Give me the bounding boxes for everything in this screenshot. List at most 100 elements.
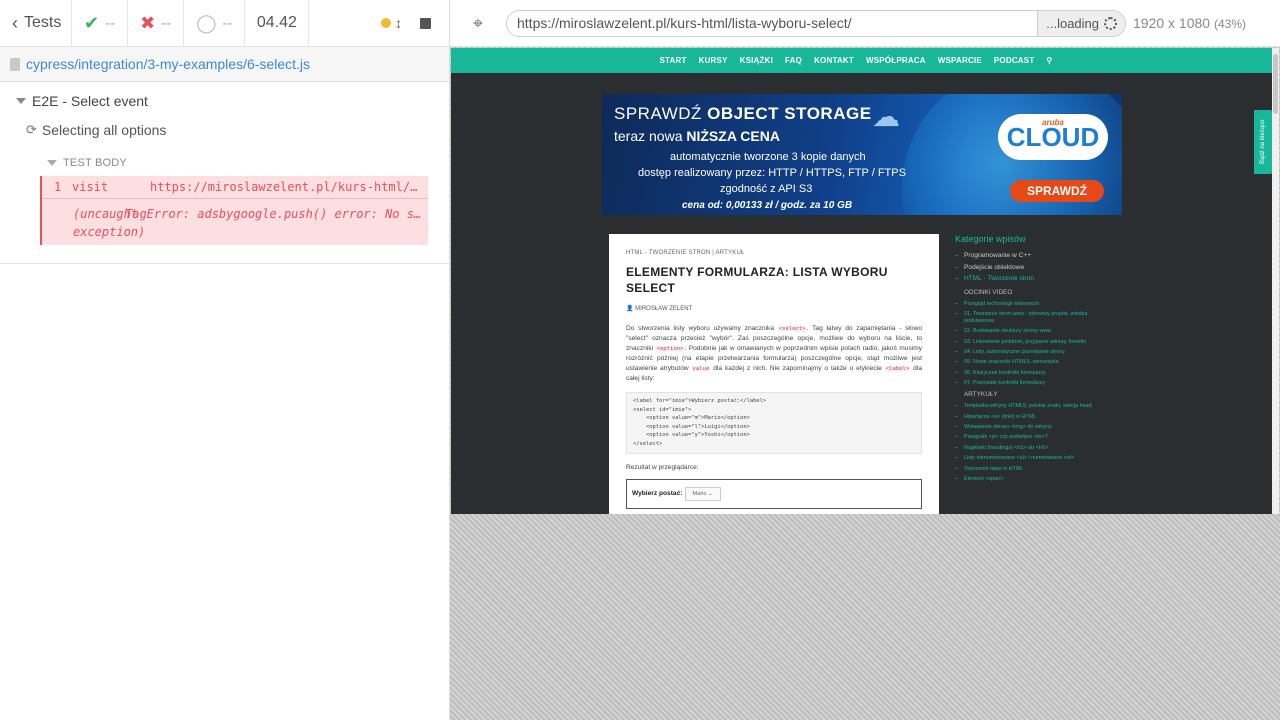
crosshair-icon: ⌖ — [472, 12, 484, 33]
section-title: TEST BODY — [63, 157, 127, 169]
aruba-cloud-logo: aruba CLOUD — [998, 114, 1108, 160]
banner-line1: SPRAWDŹ OBJECT STORAGE — [614, 104, 872, 123]
article-link[interactable]: Listy nienumerowane <ul> i numerowane <o… — [955, 455, 1095, 462]
file-icon — [10, 57, 20, 71]
video-link[interactable]: 06. Klasyczne kontrolki formularzy — [955, 370, 1095, 377]
error-message: TagError: adsbygoogle.push() error: No s… — [125, 207, 428, 221]
breadcrumb: HTML - TWORZENIE STRON | ARTYKUŁ — [626, 250, 745, 256]
refresh-icon: ⟳ — [26, 122, 37, 137]
sidebar-heading: Kategorie wpisów — [955, 234, 1026, 244]
demo-box: Wybierz postać: Mario ⌄ — [626, 478, 922, 509]
cloud-upload-icon: ☁ — [872, 101, 900, 132]
duration: 04.42 — [245, 0, 310, 47]
url-text: https://miroslawzelent.pl/kurs-html/list… — [517, 15, 852, 31]
result-label: Rezultat w przeglądarce: — [626, 463, 699, 471]
command-message: https://miroslawzelent.pl/kurs-html/list… — [150, 180, 428, 194]
suite-row[interactable]: E2E - Select event — [0, 88, 449, 114]
failed-value: -- — [161, 14, 172, 32]
article-link[interactable]: Hiperłącza <a> (linki) w HTML — [955, 414, 1095, 421]
iframe-scrollbar[interactable] — [1272, 48, 1279, 514]
nav-faq[interactable]: FAQ — [785, 56, 802, 65]
command-number: 1 — [54, 180, 62, 194]
viewport-scale: (43%) — [1213, 17, 1246, 31]
run-controls: ↕ — [309, 0, 449, 47]
follow-side-tab[interactable]: Bądź na bieżąco — [1254, 110, 1272, 174]
command-name: visit — [72, 180, 109, 194]
selector-playground-button[interactable]: ⌖ — [450, 0, 506, 47]
test-row[interactable]: ⟳ Selecting all options — [0, 114, 449, 146]
test-title: Selecting all options — [41, 122, 167, 138]
site-sidebar: Kategorie wpisów Programowanie w C++ Pod… — [955, 234, 1095, 486]
category-item[interactable]: Podejście obiektowe — [955, 262, 1095, 274]
banner-line2: teraz nowa NIŻSZA CENA — [614, 128, 780, 144]
video-link[interactable]: Przegląd technologii webowych — [955, 301, 1095, 308]
video-link[interactable]: 07. Pozostałe kontrolki formularzy — [955, 380, 1095, 387]
test-body-header[interactable]: TEST BODY — [0, 150, 449, 176]
nav-kontakt[interactable]: KONTAKT — [814, 56, 854, 65]
auto-scroll-icon[interactable]: ↕ — [395, 15, 402, 31]
code-line: </select> — [633, 440, 663, 447]
category-item[interactable]: Programowanie w C++ — [955, 250, 1095, 262]
article-intro: Do stworzenia listy wyboru używamy znacz… — [626, 325, 922, 382]
demo-select-value: Mario — [692, 490, 707, 497]
pending-value: -- — [222, 14, 233, 32]
article-link[interactable]: Templatka witryny HTML5, polskie znaki, … — [955, 403, 1095, 410]
scrollbar-thumb[interactable] — [1273, 54, 1278, 114]
banner-line4: dostęp realizowany przez: HTTP / HTTPS, … — [638, 167, 906, 179]
nav-start[interactable]: START — [660, 56, 687, 65]
article-link[interactable]: Tworzenie tabel w HTML — [955, 466, 1095, 473]
test-tree: E2E - Select event ⟳ Selecting all optio… — [0, 82, 449, 264]
error-row[interactable]: (uncaught exception) TagError: adsbygoog… — [42, 198, 428, 245]
code-line: <option value="y">Yoshi</option> — [633, 432, 750, 439]
nav-wsparcie[interactable]: WSPARCIE — [938, 56, 982, 65]
video-link[interactable]: 03. Linkowanie podstron, przyjazne adres… — [955, 339, 1095, 346]
running-indicator-icon — [381, 18, 391, 28]
spec-path-link[interactable]: cypress/integration/3-my-examples/6-sele… — [26, 56, 310, 72]
passed-value: -- — [105, 14, 116, 32]
search-icon[interactable]: ⚲ — [1046, 56, 1052, 65]
app-iframe[interactable]: START KURSY KSIĄŻKI FAQ KONTAKT WSPÓŁPRA… — [451, 48, 1279, 514]
video-link[interactable]: 04. Listy, automatyczne przewijanie stro… — [955, 349, 1095, 356]
article-link[interactable]: Element <span> — [955, 476, 1095, 483]
nav-podcast[interactable]: PODCAST — [994, 56, 1035, 65]
code-line: <option value="m">Mario</option> — [633, 415, 750, 422]
passed-count: ✔ -- — [72, 0, 129, 47]
banner-cta-button[interactable]: SPRAWDŹ — [1010, 180, 1104, 202]
video-link[interactable]: 05. Nowe znaczniki HTML5, semantyka — [955, 359, 1095, 366]
nav-wspolpraca[interactable]: WSPÓŁPRACA — [866, 56, 926, 65]
banner-line5: zgodność z API S3 — [720, 183, 813, 195]
suite-title: E2E - Select event — [32, 93, 148, 109]
code-line: <select id="imie"> — [633, 406, 692, 413]
article-title: ELEMENTY FORMULARZA: LISTA WYBORU SELECT — [626, 265, 888, 295]
category-item-active[interactable]: HTML - Tworzenie stron — [955, 273, 1095, 285]
article-link[interactable]: Nagłówki (headings) <h1> do <h6> — [955, 445, 1095, 452]
code-line: <option value="l">Luigi</option> — [633, 423, 750, 430]
demo-select[interactable]: Mario ⌄ — [685, 486, 722, 501]
cross-icon: ✖ — [140, 12, 156, 33]
nav-kursy[interactable]: KURSY — [699, 56, 728, 65]
ad-banner[interactable]: ☁ SPRAWDŹ OBJECT STORAGE teraz nowa NIŻS… — [602, 94, 1122, 215]
viewport-info[interactable]: 1920 x 1080 (43%) — [1133, 15, 1246, 31]
demo-label: Wybierz postać: — [632, 490, 683, 498]
author-name: MIROSŁAW ZELENT — [635, 306, 693, 312]
circle-outline-icon: ◯ — [196, 12, 217, 33]
loading-indicator: ...loading — [1037, 10, 1125, 36]
logo-small-text: aruba — [1042, 118, 1064, 127]
tests-label: Tests — [24, 14, 62, 31]
viewport-size: 1920 x 1080 — [1133, 15, 1211, 31]
caret-down-icon — [16, 98, 26, 104]
pending-count: ◯ -- — [184, 0, 246, 47]
spinner-icon — [1104, 16, 1117, 30]
url-bar[interactable]: https://miroslawzelent.pl/kurs-html/list… — [506, 9, 1126, 37]
video-link[interactable]: 01. Tworzenie stron www - pierwszy proje… — [955, 311, 1095, 325]
article-link[interactable]: Paragrafy <p> czy podwójne <br>? — [955, 434, 1095, 441]
code-example: <label for="imie">Wybierz postać:</label… — [626, 392, 922, 454]
tests-button[interactable]: ‹ Tests — [0, 0, 72, 47]
video-link[interactable]: 02. Budowanie struktury strony www — [955, 328, 1095, 335]
command-row[interactable]: 1 visit https://miroslawzelent.pl/kurs-h… — [42, 176, 428, 198]
reporter-header: ‹ Tests ✔ -- ✖ -- ◯ -- 04.42 ↕ — [0, 0, 449, 47]
stop-icon[interactable] — [420, 17, 431, 29]
article-link[interactable]: Wstawianie obrazu <img> do witryny — [955, 424, 1095, 431]
articles-heading: ARTYKUŁY — [964, 391, 998, 399]
nav-ksiazki[interactable]: KSIĄŻKI — [740, 56, 773, 65]
